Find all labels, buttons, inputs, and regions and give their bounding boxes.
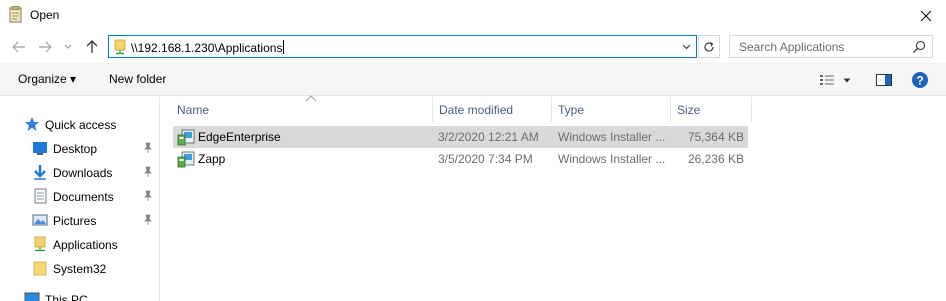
column-header-name[interactable]: Name [171, 95, 433, 122]
search-placeholder[interactable]: Search Applications [739, 40, 844, 54]
new-folder-button[interactable]: New folder [109, 72, 166, 86]
chevron-down-icon [682, 44, 690, 49]
downloads-icon [34, 165, 46, 180]
command-toolbar: Organize ▾ New folder ? [0, 63, 946, 96]
up-button[interactable] [82, 37, 102, 57]
file-type: Windows Installer ... [558, 130, 666, 144]
details-view-icon [820, 75, 834, 85]
change-view-button[interactable] [819, 71, 859, 89]
chevron-down-icon [843, 78, 851, 82]
file-row[interactable]: EdgeEnterprise 3/2/2020 12:21 AM Windows… [173, 126, 748, 148]
nav-item-label: Applications [53, 238, 118, 252]
nav-item-pictures[interactable]: Pictures [0, 209, 158, 231]
folder-icon [33, 261, 47, 276]
address-dropdown-button[interactable] [676, 36, 696, 57]
nav-item-desktop[interactable]: Desktop [0, 137, 158, 159]
forward-arrow-icon [39, 41, 52, 53]
search-box[interactable]: Search Applications [729, 35, 933, 58]
pictures-icon [32, 214, 48, 226]
column-label: Name [177, 103, 210, 117]
window-title: Open [30, 8, 60, 22]
nav-item-label: Documents [53, 190, 114, 204]
column-header-date-modified[interactable]: Date modified [433, 97, 552, 122]
nav-item-this-pc[interactable]: This PC [0, 288, 158, 301]
nav-item-label: Pictures [53, 214, 97, 228]
address-bar[interactable]: \\192.168.1.230\Applications [108, 35, 697, 58]
pin-icon[interactable] [142, 190, 154, 202]
file-date: 3/5/2020 7:34 PM [438, 152, 533, 166]
file-size: 75,364 KB [687, 130, 744, 144]
desktop-folder-icon [33, 142, 47, 155]
msi-installer-icon [177, 151, 195, 168]
nav-item-label: Downloads [53, 166, 113, 180]
nav-item-label: Quick access [45, 118, 117, 132]
search-icon[interactable] [912, 40, 926, 54]
column-header-size[interactable]: Size [671, 97, 752, 122]
nav-item-downloads[interactable]: Downloads [0, 161, 158, 183]
forward-button[interactable] [35, 37, 55, 57]
pin-icon[interactable] [142, 142, 154, 154]
svg-text:?: ? [916, 74, 923, 88]
file-row[interactable]: Zapp 3/5/2020 7:34 PM Windows Installer … [173, 148, 748, 170]
msi-installer-icon [177, 129, 195, 146]
organize-button[interactable]: Organize ▾ [18, 72, 76, 86]
documents-icon [34, 188, 47, 204]
pin-icon[interactable] [142, 214, 154, 226]
preview-pane-button[interactable] [874, 71, 894, 89]
column-header-type[interactable]: Type [552, 97, 671, 122]
title-bar: Open [0, 0, 946, 31]
nav-item-label: Desktop [53, 142, 98, 156]
nav-item-quick-access[interactable]: Quick access [0, 113, 158, 135]
nav-item-documents[interactable]: Documents [0, 185, 158, 207]
refresh-icon [704, 41, 714, 52]
network-folder-icon [34, 236, 46, 252]
column-label: Type [558, 103, 585, 117]
file-date: 3/2/2020 12:21 AM [438, 130, 539, 144]
computer-icon [24, 292, 40, 301]
text-caret [283, 40, 285, 54]
network-folder-icon [114, 39, 126, 55]
address-text[interactable]: \\192.168.1.230\Applications [131, 40, 285, 55]
up-arrow-icon [86, 40, 98, 53]
column-label: Date modified [439, 103, 514, 117]
file-list: Name Date modified Type Size EdgeEnterpr… [161, 95, 946, 301]
preview-pane-icon [876, 74, 892, 86]
navigation-bar: \\192.168.1.230\Applications Search Appl… [0, 33, 946, 61]
column-label: Size [677, 103, 701, 117]
file-name[interactable]: EdgeEnterprise [198, 130, 281, 144]
nav-item-system32[interactable]: System32 [0, 257, 158, 279]
open-dialog-icon [9, 6, 22, 23]
navigation-pane: Quick access Desktop Downloads Documents [0, 97, 160, 301]
refresh-button[interactable] [698, 35, 720, 58]
file-name[interactable]: Zapp [198, 152, 225, 166]
help-button[interactable]: ? [910, 70, 930, 90]
help-icon: ? [912, 72, 928, 88]
close-icon [920, 10, 932, 21]
file-size: 26,236 KB [687, 152, 744, 166]
star-icon [25, 117, 39, 131]
pin-icon[interactable] [142, 166, 154, 178]
nav-item-applications[interactable]: Applications [0, 233, 158, 255]
file-type: Windows Installer ... [558, 152, 666, 166]
chevron-down-icon [64, 44, 72, 49]
nav-item-label: This PC [45, 293, 88, 301]
nav-item-label: System32 [53, 262, 107, 276]
close-button[interactable] [906, 0, 946, 31]
back-button[interactable] [9, 37, 29, 57]
recent-locations-button[interactable] [61, 37, 75, 57]
sort-up-icon [305, 95, 317, 102]
back-arrow-icon [12, 41, 25, 53]
